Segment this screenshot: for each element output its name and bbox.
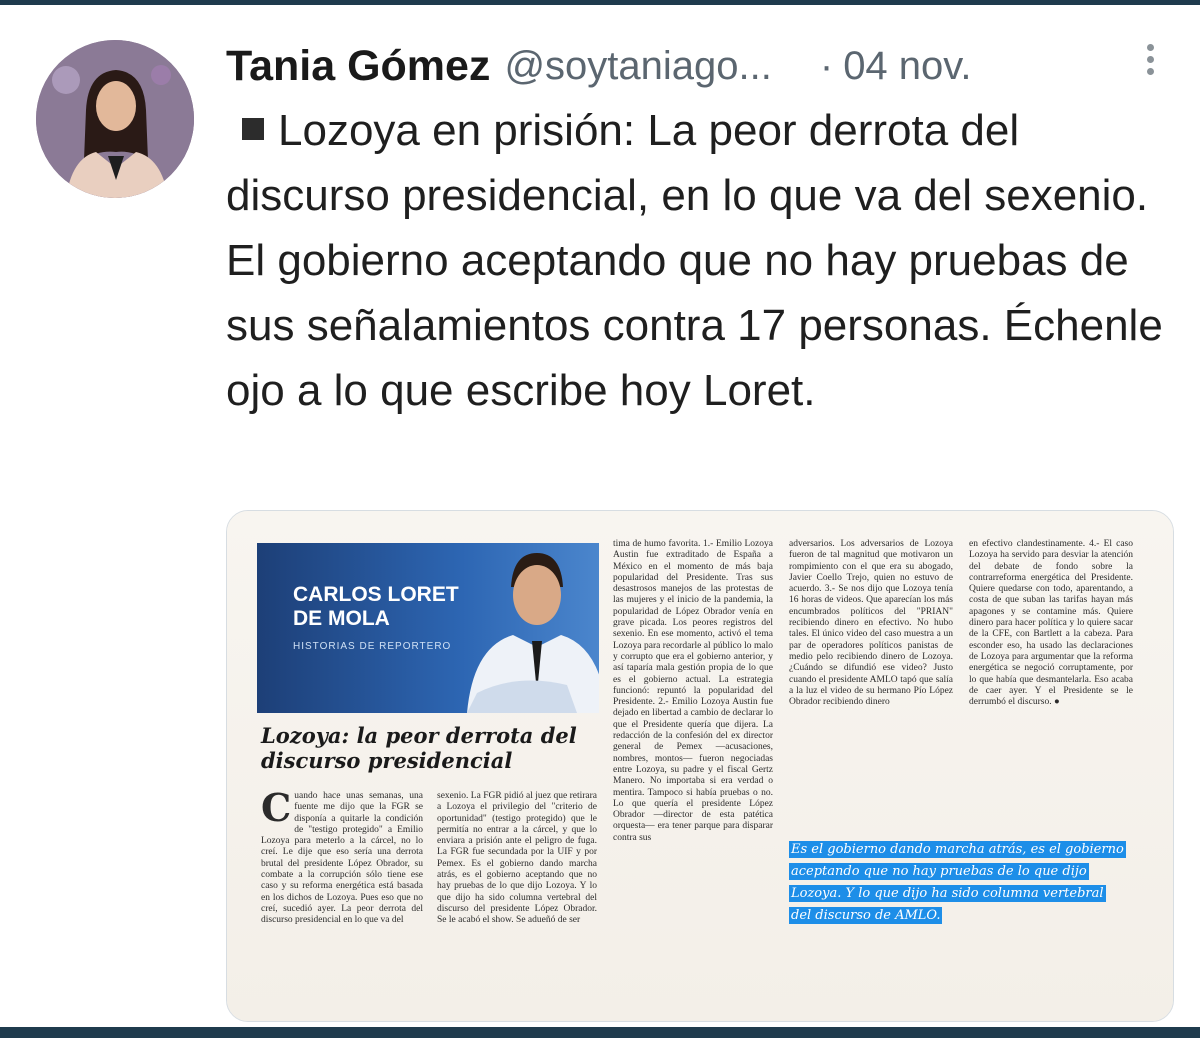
bottom-border	[0, 1027, 1200, 1038]
article-column-5: en efectivo clandestinamente. 4.- El cas…	[969, 539, 1133, 708]
article-column-3: tima de humo favorita. 1.- Emilio Lozoya…	[613, 539, 773, 843]
tweet-body: Lozoya en prisión: La peor derrota del d…	[226, 98, 1186, 423]
column-banner: CARLOS LORET DE MOLA HISTORIAS DE REPORT…	[257, 543, 599, 713]
tweet-header: Tania Gómez @soytaniago... · 04 nov.	[226, 36, 971, 96]
highlighted-quote-text: Es el gobierno dando marcha atrás, es el…	[789, 841, 1126, 924]
separator-dot: ·	[819, 43, 834, 88]
clipping-headline: Lozoya: la peor derrota del discurso pre…	[261, 723, 577, 773]
avatar-photo	[36, 40, 194, 198]
columnist-name: CARLOS LORET DE MOLA	[293, 583, 459, 630]
article-column-4: adversarios. Los adversarios de Lozoya f…	[789, 539, 953, 708]
square-bullet-icon	[242, 118, 264, 141]
author-name[interactable]: Tania Gómez	[226, 42, 490, 91]
tweet-date[interactable]: 04 nov.	[843, 44, 971, 89]
article-column-2: sexenio. La FGR pidió al juez que retira…	[437, 791, 597, 926]
author-handle[interactable]: @soytaniago...	[504, 44, 771, 89]
column-section: HISTORIAS DE REPORTERO	[293, 641, 452, 652]
highlighted-quote: Es el gobierno dando marcha atrás, es el…	[789, 839, 1126, 927]
article-column-1: Cuando hace unas semanas, una fuente me …	[261, 791, 423, 926]
columnist-photo	[467, 553, 599, 713]
more-options-icon[interactable]	[1138, 40, 1162, 84]
newspaper-clipping: CARLOS LORET DE MOLA HISTORIAS DE REPORT…	[227, 511, 1173, 1021]
avatar[interactable]	[36, 40, 194, 198]
image-attachment[interactable]: CARLOS LORET DE MOLA HISTORIAS DE REPORT…	[226, 510, 1174, 1022]
tweet-text: Lozoya en prisión: La peor derrota del d…	[226, 106, 1163, 415]
top-border	[0, 0, 1200, 5]
